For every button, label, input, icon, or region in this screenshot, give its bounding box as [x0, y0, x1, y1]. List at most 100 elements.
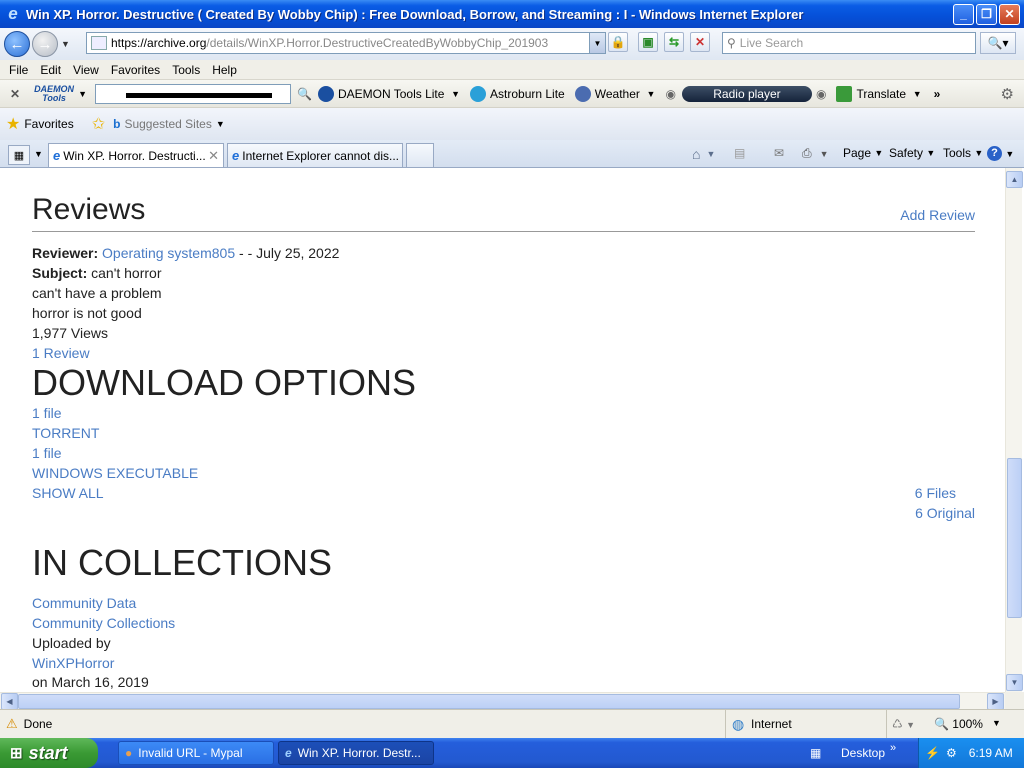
- lock-icon[interactable]: 🔒: [608, 32, 628, 52]
- add-review-link[interactable]: Add Review: [900, 207, 975, 223]
- collection-link-community-data[interactable]: Community Data: [32, 595, 136, 611]
- torrent-file-count-link[interactable]: 1 file: [32, 405, 62, 421]
- add-favorites-icon[interactable]: ✩: [92, 114, 105, 134]
- subject-line: Subject: can't horror: [32, 265, 162, 281]
- favorites-star-icon[interactable]: ★: [6, 114, 20, 134]
- menu-file[interactable]: File: [9, 63, 28, 77]
- favorites-bar: ★ Favorites ✩ b Suggested Sites ▼: [0, 108, 1024, 140]
- search-button[interactable]: 🔍▾: [980, 32, 1016, 54]
- settings-gear-icon[interactable]: ⚙: [1001, 85, 1014, 103]
- scroll-left-arrow-icon[interactable]: ◀: [1, 693, 18, 710]
- minimize-button[interactable]: _: [953, 3, 974, 25]
- compatibility-view-icon[interactable]: ▣: [638, 32, 658, 52]
- tray-network-icon[interactable]: ⚙: [946, 746, 957, 760]
- more-chevron-icon[interactable]: »: [934, 87, 941, 101]
- tab-error[interactable]: e Internet Explorer cannot dis...: [227, 143, 403, 167]
- home-icon[interactable]: ⌂ ▼: [692, 146, 715, 162]
- reviews-heading: Reviews: [32, 193, 146, 226]
- mail-icon[interactable]: ✉: [774, 146, 784, 160]
- safety-menu[interactable]: Safety ▼: [889, 146, 935, 160]
- torrent-link[interactable]: TORRENT: [32, 425, 99, 441]
- search-input[interactable]: ⚲ Live Search: [722, 32, 976, 54]
- new-tab-button[interactable]: [406, 143, 434, 167]
- scrollbar-corner: [1005, 692, 1024, 709]
- radio-play-icon[interactable]: ◉: [665, 87, 675, 101]
- warning-icon: ⚠: [6, 716, 18, 731]
- stop-icon[interactable]: ✕: [690, 32, 710, 52]
- history-dropdown-icon[interactable]: ▼: [61, 39, 70, 49]
- daemon-dropdown-icon[interactable]: ▼: [78, 89, 87, 99]
- page-menu[interactable]: Page ▼: [843, 146, 883, 160]
- show-all-link[interactable]: SHOW ALL: [32, 485, 104, 501]
- address-input[interactable]: https:// archive.org /details/WinXP.Horr…: [86, 32, 606, 54]
- zoom-control[interactable]: 🔍 100%: [934, 717, 983, 731]
- daemon-tools-logo[interactable]: DAEMON Tools: [34, 84, 74, 103]
- suggested-dropdown-icon[interactable]: ▼: [216, 119, 225, 129]
- files-count-link[interactable]: 6 Files: [915, 485, 956, 501]
- address-bar-row: ← → ▼ https:// archive.org /details/WinX…: [0, 28, 1024, 60]
- in-collections-heading: IN COLLECTIONS: [32, 542, 333, 583]
- daemon-tools-lite-button[interactable]: DAEMON Tools Lite ▼: [317, 85, 460, 102]
- menu-help[interactable]: Help: [212, 63, 237, 77]
- radio-volume-icon[interactable]: ◉: [816, 87, 826, 101]
- menu-edit[interactable]: Edit: [40, 63, 61, 77]
- exe-file-count-link[interactable]: 1 file: [32, 445, 62, 461]
- desktop-toolbar-label[interactable]: Desktop: [841, 746, 885, 760]
- security-zone[interactable]: Internet: [751, 717, 792, 731]
- suggested-sites-link[interactable]: Suggested Sites: [124, 117, 211, 131]
- maximize-button[interactable]: ❐: [976, 3, 997, 25]
- protected-mode-icon[interactable]: ♺ ▼: [892, 717, 915, 731]
- translate-icon: [836, 85, 853, 102]
- weather-button[interactable]: Weather ▼: [574, 85, 655, 102]
- quick-tabs-icon[interactable]: ▦: [8, 145, 30, 165]
- tools-menu[interactable]: Tools ▼: [943, 146, 983, 160]
- address-dropdown-icon[interactable]: ▼: [589, 33, 605, 53]
- reviewer-line: Reviewer: Operating system805 - - July 2…: [32, 245, 339, 261]
- windows-executable-link[interactable]: WINDOWS EXECUTABLE: [32, 465, 198, 481]
- tab-list-dropdown-icon[interactable]: ▼: [34, 149, 43, 159]
- close-button[interactable]: ✕: [999, 3, 1020, 25]
- subject-text: can't horror: [87, 265, 162, 281]
- toolbar-search-icon[interactable]: 🔍: [297, 87, 312, 101]
- radio-player-button[interactable]: Radio player: [681, 85, 812, 102]
- toolbar-search-field[interactable]: [94, 83, 291, 104]
- menu-view[interactable]: View: [73, 63, 99, 77]
- zoom-dropdown-icon[interactable]: ▼: [992, 718, 1001, 728]
- menu-favorites[interactable]: Favorites: [111, 63, 160, 77]
- menu-tools[interactable]: Tools: [172, 63, 200, 77]
- vertical-scrollbar[interactable]: ▲ ▼: [1005, 168, 1023, 692]
- help-icon[interactable]: ? ▼: [987, 146, 1014, 161]
- close-toolbar-icon[interactable]: ✕: [10, 87, 20, 101]
- astroburn-button[interactable]: Astroburn Lite: [470, 85, 565, 102]
- horizontal-scroll-thumb[interactable]: [18, 694, 960, 709]
- tab-archive[interactable]: e Win XP. Horror. Destructi... ✕: [48, 143, 224, 167]
- back-button[interactable]: ←: [4, 31, 30, 57]
- search-provider-icon: ⚲: [727, 36, 736, 50]
- scroll-down-arrow-icon[interactable]: ▼: [1006, 674, 1023, 691]
- horizontal-scrollbar[interactable]: ◀ ▶: [0, 692, 1005, 710]
- forward-button[interactable]: →: [32, 31, 58, 57]
- scroll-up-arrow-icon[interactable]: ▲: [1006, 171, 1023, 188]
- translate-button[interactable]: Translate ▼: [836, 85, 922, 102]
- status-bar: ⚠ Done ◍ Internet ♺ ▼ 🔍 100% ▼: [0, 709, 1024, 738]
- original-count-link[interactable]: 6 Original: [915, 505, 975, 521]
- feeds-icon[interactable]: ▤: [734, 146, 745, 160]
- print-icon[interactable]: ⎙ ▼: [802, 146, 829, 161]
- reviewer-link[interactable]: Operating system805: [102, 245, 235, 261]
- taskbar-item-mypal[interactable]: ● Invalid URL - Mypal: [118, 741, 274, 765]
- scroll-right-arrow-icon[interactable]: ▶: [987, 693, 1004, 710]
- collection-link-community-collections[interactable]: Community Collections: [32, 615, 175, 631]
- uploader-link[interactable]: WinXPHorror: [32, 655, 114, 671]
- taskbar-item-ie[interactable]: e Win XP. Horror. Destr...: [278, 741, 434, 765]
- bing-icon: b: [113, 117, 121, 131]
- tab-close-icon[interactable]: ✕: [208, 148, 219, 164]
- start-button[interactable]: ⊞ start: [0, 738, 98, 768]
- tray-app-icon[interactable]: ⚡: [925, 746, 940, 760]
- desktop-toolbar-icon[interactable]: ▦: [810, 746, 821, 760]
- clock[interactable]: 6:19 AM: [969, 746, 1013, 760]
- toolbar-expand-icon[interactable]: »: [890, 742, 896, 754]
- vertical-scroll-thumb[interactable]: [1007, 458, 1022, 618]
- review-count-link[interactable]: 1 Review: [32, 345, 90, 361]
- favorites-button[interactable]: Favorites: [24, 117, 73, 131]
- refresh-icon[interactable]: ⇆: [664, 32, 684, 52]
